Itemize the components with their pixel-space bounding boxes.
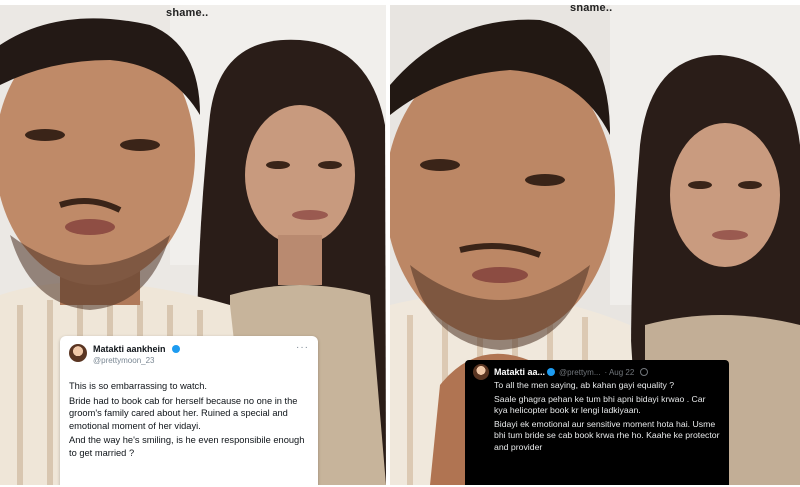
- tweet-body: To all the men saying, ab kahan gayi equ…: [473, 380, 721, 454]
- tweet-username[interactable]: Matakti aa...: [494, 367, 545, 377]
- tweet-paragraph: Bidayi ek emotional aur sensitive moment…: [494, 418, 720, 452]
- verified-badge-icon: [171, 345, 180, 353]
- tweet-card-dark: Matakti aa... @prettym... · Aug 22 To al…: [465, 360, 729, 485]
- avatar[interactable]: [473, 364, 489, 380]
- tweet-paragraph: And the way he's smiling, is he even res…: [69, 435, 305, 458]
- verified-badge-icon: [547, 368, 556, 376]
- tweet-paragraph: Saale ghagra pehan ke tum bhi apni biday…: [494, 393, 706, 416]
- tweet-header: Matakti aankhein @prettymoon_23 ···: [69, 342, 309, 372]
- tweet-handle[interactable]: @prettym...: [559, 368, 600, 377]
- tweet-handle[interactable]: @prettymoon_23: [93, 355, 296, 366]
- left-video-frame: shame.. Matakti aankhein @prettymoon_23 …: [0, 5, 386, 485]
- tweet-date[interactable]: · Aug 22: [605, 368, 635, 377]
- tweet-paragraph: Bride had to book cab for herself becaus…: [69, 395, 298, 431]
- tweet-paragraph: This is so embarrassing to watch.: [69, 381, 207, 391]
- more-options-icon[interactable]: ···: [296, 342, 309, 353]
- right-video-frame: shame.. Matakti aa... @prettym... · Aug …: [390, 5, 800, 485]
- grok-icon[interactable]: [640, 368, 649, 376]
- avatar[interactable]: [69, 344, 87, 362]
- tweet-body: This is so embarrassing to watch. Bride …: [69, 380, 309, 459]
- tweet-header: Matakti aa... @prettym... · Aug 22: [473, 364, 721, 380]
- top-caption: shame..: [570, 5, 613, 14]
- tweet-author: Matakti aankhein @prettymoon_23: [93, 342, 296, 366]
- top-caption: shame..: [166, 7, 209, 19]
- tweet-username[interactable]: Matakti aankhein: [93, 344, 166, 354]
- tweet-card-light: Matakti aankhein @prettymoon_23 ··· This…: [60, 336, 318, 485]
- tweet-paragraph: To all the men saying, ab kahan gayi equ…: [494, 380, 675, 390]
